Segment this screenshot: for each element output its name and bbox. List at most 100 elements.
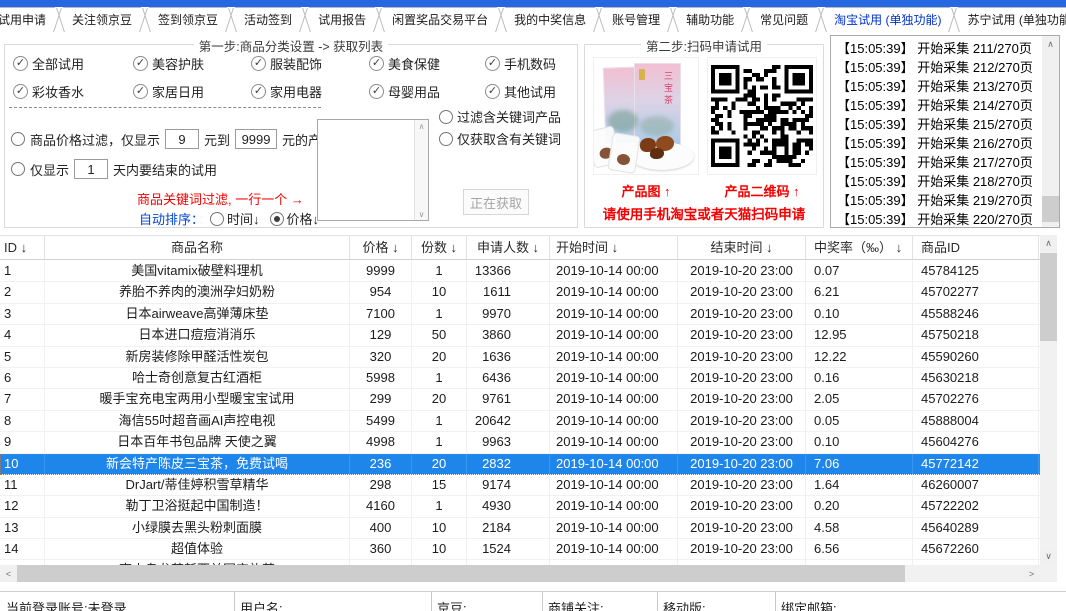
log-entry-4: 【15:05:39】 开始采集 215/270页 <box>837 115 1055 134</box>
cell-name: 海信55吋超音画AI声控电视 <box>45 411 350 431</box>
category-checkbox-8[interactable]: ✓母婴用品 <box>369 81 485 101</box>
tab-item-8[interactable]: 辅助功能 <box>677 7 743 33</box>
scroll-left-icon[interactable]: < <box>0 565 17 582</box>
log-scrollbar-thumb[interactable] <box>1042 196 1059 222</box>
table-row-14[interactable]: 14超值体验3601015242019-10-14 00:002019-10-2… <box>0 539 1040 560</box>
deadline-filter-radio[interactable] <box>11 162 25 176</box>
column-header-start[interactable]: 开始时间 ↓ <box>550 236 678 259</box>
table-hscroll-thumb[interactable] <box>17 565 905 582</box>
deadline-days-input[interactable] <box>74 159 108 179</box>
column-header-item_id[interactable]: 商品ID <box>913 236 1039 259</box>
column-header-name[interactable]: 商品名称 <box>45 236 350 259</box>
scroll-up-icon[interactable]: ∧ <box>415 120 428 132</box>
tab-item-10[interactable]: 淘宝试用 (单独功能) <box>825 7 950 33</box>
category-checkbox-5[interactable]: ✓彩妆香水 <box>13 81 133 101</box>
table-row-13[interactable]: 13小绿膜去黑头粉刺面膜4001021842019-10-14 00:00201… <box>0 518 1040 539</box>
table-row-8[interactable]: 8海信55吋超音画AI声控电视54991206422019-10-14 00:0… <box>0 411 1040 432</box>
product-image: 三宝茶 <box>593 57 699 175</box>
table-row-7[interactable]: 7暖手宝充电宝两用小型暖宝宝试用2992097612019-10-14 00:0… <box>0 389 1040 410</box>
tab-item-9[interactable]: 常见问题 <box>751 7 817 33</box>
tab-item-0[interactable]: 试用申请 <box>0 7 55 33</box>
cell-id: 9 <box>0 432 45 452</box>
column-header-applicants[interactable]: 申请人数 ↓ <box>467 236 550 259</box>
column-header-price[interactable]: 价格 ↓ <box>350 236 412 259</box>
cell-item_id: 45640289 <box>913 518 1039 538</box>
table-row-10[interactable]: 10新会特产陈皮三宝茶，免费试喝2362028322019-10-14 00:0… <box>0 454 1040 475</box>
category-checkbox-9[interactable]: ✓其他试用 <box>485 81 573 101</box>
cell-end: 2019-10-20 23:00 <box>678 432 806 452</box>
scroll-right-icon[interactable]: > <box>1023 565 1040 582</box>
table-row-6[interactable]: 6哈士奇创意复古红酒柜5998164362019-10-14 00:002019… <box>0 368 1040 389</box>
category-checkbox-3[interactable]: ✓美食保健 <box>369 53 485 73</box>
price-max-input[interactable] <box>235 129 277 149</box>
table-vscroll-thumb[interactable] <box>1040 253 1057 341</box>
category-checkbox-7[interactable]: ✓家用电器 <box>251 81 369 101</box>
cell-item_id: 45604276 <box>913 432 1039 452</box>
cell-end: 2019-10-20 23:00 <box>678 282 806 302</box>
tab-item-11[interactable]: 苏宁试用 (单独功能) <box>958 7 1066 33</box>
table-row-4[interactable]: 4日本进口痘痘消消乐1295038602019-10-14 00:002019-… <box>0 325 1040 346</box>
tab-item-6[interactable]: 我的中奖信息 <box>505 7 595 33</box>
log-entry-5: 【15:05:39】 开始采集 216/270页 <box>837 134 1055 153</box>
column-header-rate[interactable]: 中奖率（‰） ↓ <box>806 236 913 259</box>
checkbox-checked-icon: ✓ <box>485 84 500 99</box>
keywords-scrollbar[interactable]: ∧ ∨ <box>414 120 428 220</box>
table-row-9[interactable]: 9日本百年书包品牌 天使之翼4998199632019-10-14 00:002… <box>0 432 1040 453</box>
cell-end: 2019-10-20 23:00 <box>678 411 806 431</box>
price-min-input[interactable] <box>165 129 199 149</box>
collect-log-listbox[interactable]: 【15:05:39】 开始采集 211/270页【15:05:39】 开始采集 … <box>830 35 1060 228</box>
tab-item-4[interactable]: 试用报告 <box>309 7 375 33</box>
table-row-11[interactable]: 11DrJart/蒂佳婷积雪草精华2981591742019-10-14 00:… <box>0 475 1040 496</box>
tab-item-7[interactable]: 账号管理 <box>603 7 669 33</box>
log-entry-9: 【15:05:39】 开始采集 220/270页 <box>837 210 1055 228</box>
product-table: 1美国vitamix破壁料理机99991133662019-10-14 00:0… <box>0 261 1040 565</box>
sort-option-0[interactable]: 时间↓ <box>210 209 260 228</box>
tab-item-2[interactable]: 签到领京豆 <box>149 7 227 33</box>
column-header-qty[interactable]: 份数 ↓ <box>412 236 467 259</box>
cell-qty: 15 <box>412 475 467 495</box>
keyword-mode-option-0[interactable]: 过滤含关键词产品 <box>439 107 561 126</box>
cell-name: 哈士奇创意复古红酒柜 <box>45 368 350 388</box>
column-header-id[interactable]: ID ↓ <box>0 236 45 259</box>
cell-id: 5 <box>0 347 45 367</box>
cell-name: 小绿膜去黑头粉刺面膜 <box>45 518 350 538</box>
cell-start: 2019-10-14 00:00 <box>550 368 678 388</box>
sort-option-1[interactable]: 价格↓ <box>270 209 320 228</box>
category-checkbox-0[interactable]: ✓全部试用 <box>13 53 133 73</box>
cell-qty: 10 <box>412 282 467 302</box>
deadline-suffix-label: 天内要结束的试用 <box>113 160 217 179</box>
fetch-list-button[interactable]: 正在获取 <box>463 189 529 215</box>
cell-name: 新房装修除甲醛活性炭包 <box>45 347 350 367</box>
cell-item_id: 45702277 <box>913 282 1039 302</box>
keyword-mode-option-1[interactable]: 仅获取含有关键词 <box>439 129 561 148</box>
scroll-up-icon[interactable]: ∧ <box>1042 36 1059 53</box>
cell-rate: 1.64 <box>806 475 913 495</box>
scroll-down-icon[interactable]: ∨ <box>415 208 428 220</box>
category-checkbox-4[interactable]: ✓手机数码 <box>485 53 573 73</box>
price-filter-radio[interactable] <box>11 132 25 146</box>
table-vertical-scrollbar[interactable]: ∧ ∨ <box>1040 235 1057 565</box>
category-checkbox-2[interactable]: ✓服装配饰 <box>251 53 369 73</box>
table-horizontal-scrollbar[interactable]: < > <box>0 565 1040 582</box>
cell-end: 2019-10-20 23:00 <box>678 325 806 345</box>
cell-item_id: 45888004 <box>913 411 1039 431</box>
log-scrollbar[interactable]: ∧ ∨ <box>1042 36 1059 227</box>
scroll-down-icon[interactable]: ∨ <box>1040 548 1057 565</box>
cell-qty: 20 <box>412 454 467 474</box>
table-row-5[interactable]: 5新房装修除甲醛活性炭包3202016362019-10-14 00:00201… <box>0 347 1040 368</box>
table-row-1[interactable]: 1美国vitamix破壁料理机99991133662019-10-14 00:0… <box>0 261 1040 282</box>
table-row-3[interactable]: 3日本airweave高弹薄床垫7100199702019-10-14 00:0… <box>0 304 1040 325</box>
step1-groupbox: 第一步:商品分类设置 -> 获取列表 ✓全部试用✓美容护肤✓服装配饰✓美食保健✓… <box>4 44 578 228</box>
cell-rate: 0.16 <box>806 368 913 388</box>
category-checkbox-6[interactable]: ✓家居日用 <box>133 81 251 101</box>
category-checkbox-1[interactable]: ✓美容护肤 <box>133 53 251 73</box>
table-row-12[interactable]: 12勒丁卫浴挺起中国制造！4160149302019-10-14 00:0020… <box>0 496 1040 517</box>
tab-item-3[interactable]: 活动签到 <box>235 7 301 33</box>
cell-price: 9999 <box>350 261 412 281</box>
tab-item-1[interactable]: 关注领京豆 <box>63 7 141 33</box>
tab-item-5[interactable]: 闲置奖品交易平台 <box>383 7 497 33</box>
table-row-2[interactable]: 2养胎不养肉的澳洲孕妇奶粉9541016112019-10-14 00:0020… <box>0 282 1040 303</box>
scroll-up-icon[interactable]: ∧ <box>1040 235 1057 252</box>
keywords-textarea[interactable] <box>318 120 414 220</box>
column-header-end[interactable]: 结束时间 ↓ <box>678 236 806 259</box>
